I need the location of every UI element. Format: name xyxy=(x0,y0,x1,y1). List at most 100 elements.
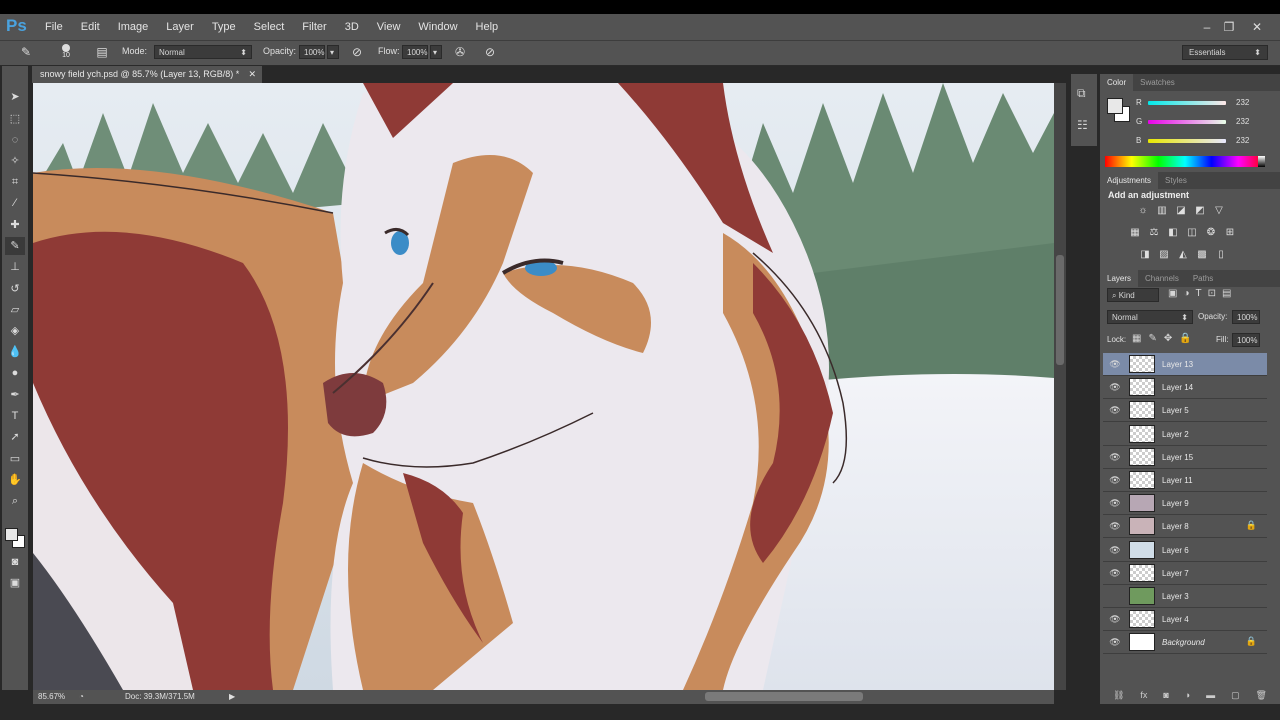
pressure-size-icon[interactable]: ⊘ xyxy=(482,44,498,60)
visibility-eye-icon[interactable] xyxy=(1109,590,1121,602)
brightness-contrast-icon[interactable]: ☼ xyxy=(1136,205,1150,217)
link-layers-icon[interactable]: ⛓ xyxy=(1113,690,1124,704)
visibility-eye-icon[interactable]: 👁 xyxy=(1109,474,1121,486)
layer-name[interactable]: Layer 5 xyxy=(1162,399,1189,422)
hand-tool-icon[interactable]: ✋ xyxy=(5,471,25,489)
tab-channels[interactable]: Channels xyxy=(1138,270,1186,287)
threshold-icon[interactable]: ◭ xyxy=(1176,249,1190,261)
crop-tool-icon[interactable]: ⌗ xyxy=(5,173,25,191)
visibility-eye-icon[interactable]: 👁 xyxy=(1109,451,1121,463)
layer-row[interactable]: 👁 Layer 14 xyxy=(1103,376,1267,400)
vibrance-icon[interactable]: ▽ xyxy=(1212,205,1226,217)
layer-row[interactable]: Layer 3 xyxy=(1103,585,1267,608)
lock-all-icon[interactable]: 🔒 xyxy=(1179,333,1191,344)
lasso-tool-icon[interactable]: ◌ xyxy=(5,131,25,149)
pressure-opacity-icon[interactable]: ⊘ xyxy=(349,44,365,60)
menu-window[interactable]: Window xyxy=(409,14,466,40)
layer-name[interactable]: Layer 7 xyxy=(1162,562,1189,585)
opacity-field[interactable]: 100% xyxy=(299,45,325,59)
brush-panel-toggle-icon[interactable]: ▤ xyxy=(94,44,110,60)
blur-tool-icon[interactable]: 💧 xyxy=(5,343,25,361)
hue-saturation-icon[interactable]: ▦ xyxy=(1128,227,1142,239)
blend-mode-select[interactable]: Normal ⬍ xyxy=(1107,310,1193,324)
history-brush-tool-icon[interactable]: ↺ xyxy=(5,280,25,298)
layer-row[interactable]: 👁 Layer 9 xyxy=(1103,492,1267,516)
layer-style-icon[interactable]: fx xyxy=(1140,690,1147,704)
color-balance-icon[interactable]: ⚖ xyxy=(1147,227,1161,239)
menu-edit[interactable]: Edit xyxy=(72,14,109,40)
layer-fill-field[interactable]: 100% xyxy=(1232,333,1260,347)
layer-name[interactable]: Layer 3 xyxy=(1162,585,1189,608)
move-tool-icon[interactable]: ➤ xyxy=(5,88,25,106)
lock-position-icon[interactable]: ✥ xyxy=(1164,333,1172,344)
layer-name[interactable]: Background xyxy=(1162,631,1205,654)
new-group-icon[interactable]: ▬ xyxy=(1206,690,1215,704)
layer-opacity-field[interactable]: 100% xyxy=(1232,310,1260,324)
filter-shape-icon[interactable]: ⊡ xyxy=(1208,288,1216,299)
paint-bucket-tool-icon[interactable]: ◈ xyxy=(5,322,25,340)
green-value[interactable]: 232 xyxy=(1236,117,1249,126)
brush-tool-icon[interactable]: ✎ xyxy=(5,237,25,255)
eyedropper-tool-icon[interactable]: ⁄ xyxy=(5,194,25,212)
layer-row[interactable]: 👁 Layer 7 xyxy=(1103,562,1267,585)
layer-row[interactable]: 👁 Background 🔒 xyxy=(1103,631,1267,655)
tab-color[interactable]: Color xyxy=(1100,74,1134,91)
color-foreground-swatch[interactable] xyxy=(1107,98,1123,114)
tab-styles[interactable]: Styles xyxy=(1158,172,1194,189)
selective-color-icon[interactable]: ▩ xyxy=(1195,249,1209,261)
close-button[interactable]: ✕ xyxy=(1246,14,1268,40)
layer-row[interactable]: 👁 Layer 8 🔒 xyxy=(1103,515,1267,539)
path-select-tool-icon[interactable]: ➚ xyxy=(5,428,25,446)
tab-paths[interactable]: Paths xyxy=(1186,270,1220,287)
layer-name[interactable]: Layer 8 xyxy=(1162,515,1189,538)
new-adjustment-icon[interactable]: ◑ xyxy=(1185,690,1190,704)
minimize-button[interactable]: – xyxy=(1196,14,1218,40)
layer-row[interactable]: 👁 Layer 5 xyxy=(1103,399,1267,423)
filter-smart-icon[interactable]: ▤ xyxy=(1222,288,1231,299)
airbrush-icon[interactable]: ✇ xyxy=(452,44,468,60)
red-value[interactable]: 232 xyxy=(1236,98,1249,107)
filter-type-icon[interactable]: T xyxy=(1196,288,1202,299)
layer-name[interactable]: Layer 2 xyxy=(1162,423,1189,446)
visibility-eye-icon[interactable]: 👁 xyxy=(1109,567,1121,579)
photo-filter-icon[interactable]: ◫ xyxy=(1185,227,1199,239)
blue-value[interactable]: 232 xyxy=(1236,136,1249,145)
menu-help[interactable]: Help xyxy=(467,14,508,40)
blue-slider[interactable] xyxy=(1148,139,1226,143)
zoom-tool-icon[interactable]: ⌕ xyxy=(5,492,25,510)
black-white-icon[interactable]: ◧ xyxy=(1166,227,1180,239)
red-slider[interactable] xyxy=(1148,101,1226,105)
menu-file[interactable]: File xyxy=(36,14,72,40)
screen-mode-icon[interactable]: ▣ xyxy=(5,574,25,592)
posterize-icon[interactable]: ▨ xyxy=(1157,249,1171,261)
flow-field[interactable]: 100% xyxy=(402,45,428,59)
green-slider[interactable] xyxy=(1148,120,1226,124)
type-tool-icon[interactable]: T xyxy=(5,407,25,425)
color-spectrum-ramp[interactable] xyxy=(1105,156,1265,167)
marquee-tool-icon[interactable]: ⬚ xyxy=(5,110,25,128)
status-menu-arrow-icon[interactable]: ▶ xyxy=(229,690,235,704)
status-options-icon[interactable]: ◔ xyxy=(79,690,84,704)
workspace-select[interactable]: Essentials ⬍ xyxy=(1182,45,1268,60)
levels-icon[interactable]: ▥ xyxy=(1155,205,1169,217)
visibility-eye-icon[interactable]: 👁 xyxy=(1109,497,1121,509)
menu-view[interactable]: View xyxy=(368,14,410,40)
color-lookup-icon[interactable]: ⊞ xyxy=(1223,227,1237,239)
layer-name[interactable]: Layer 14 xyxy=(1162,376,1193,399)
channel-mixer-icon[interactable]: ❂ xyxy=(1204,227,1218,239)
rectangle-tool-icon[interactable]: ▭ xyxy=(5,450,25,468)
restore-button[interactable]: ❐ xyxy=(1218,14,1240,40)
menu-3d[interactable]: 3D xyxy=(336,14,368,40)
mode-select[interactable]: Normal ⬍ xyxy=(154,45,252,59)
exposure-icon[interactable]: ◩ xyxy=(1193,205,1207,217)
pen-tool-icon[interactable]: ✒ xyxy=(5,386,25,404)
new-layer-icon[interactable]: ▢ xyxy=(1231,690,1240,704)
tab-swatches[interactable]: Swatches xyxy=(1133,74,1182,91)
dodge-tool-icon[interactable]: ● xyxy=(5,364,25,382)
flow-dropdown[interactable]: ▾ xyxy=(430,45,442,59)
visibility-eye-icon[interactable]: 👁 xyxy=(1109,636,1121,648)
layer-row[interactable]: 👁 Layer 11 xyxy=(1103,469,1267,492)
menu-layer[interactable]: Layer xyxy=(157,14,203,40)
visibility-eye-icon[interactable]: 👁 xyxy=(1109,613,1121,625)
history-panel-icon[interactable]: ⧉ xyxy=(1077,86,1086,101)
